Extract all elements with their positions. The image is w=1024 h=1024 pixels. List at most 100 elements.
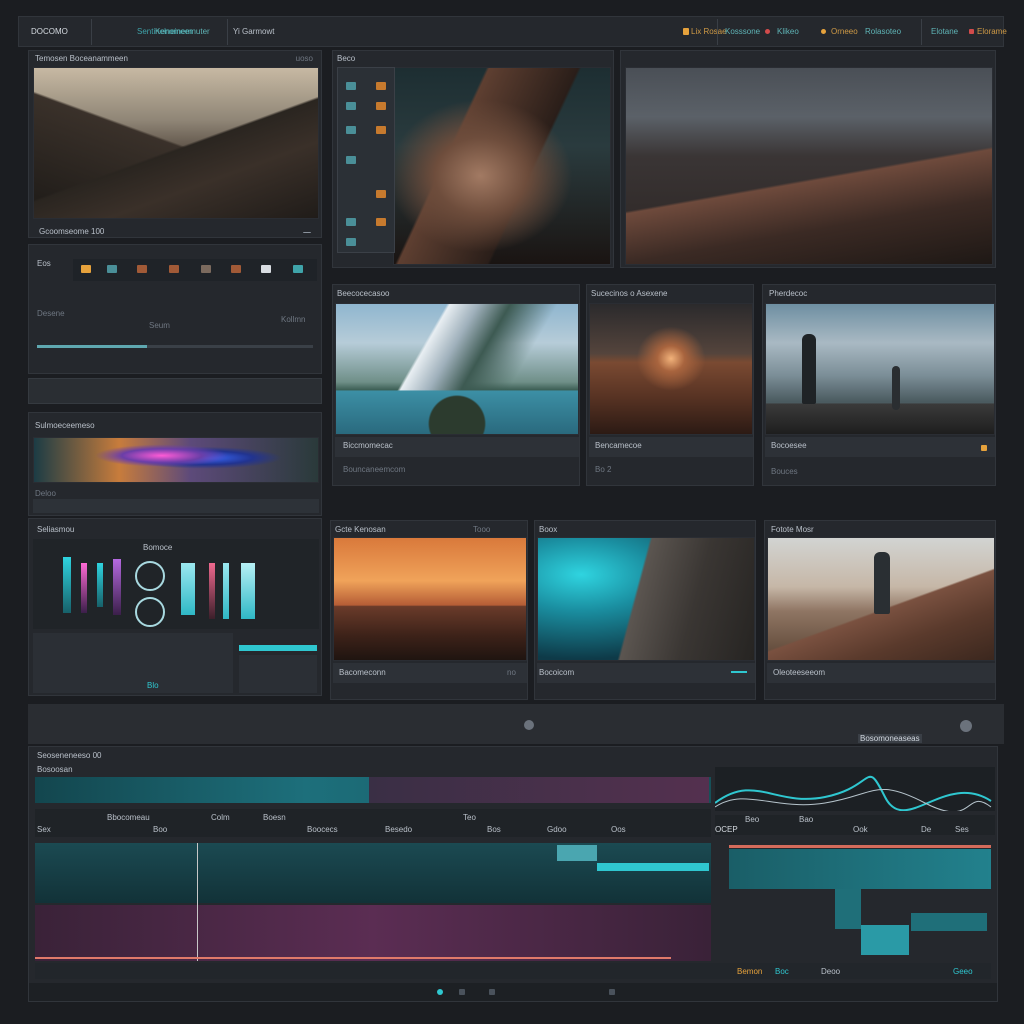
step-icon[interactable] xyxy=(459,989,465,995)
play-icon[interactable] xyxy=(437,989,443,995)
footer-label: Geeo xyxy=(953,967,973,976)
slider-handle[interactable] xyxy=(960,720,972,732)
loop-icon[interactable] xyxy=(609,989,615,995)
viewer-image[interactable] xyxy=(393,67,611,265)
video-track[interactable] xyxy=(35,843,711,903)
tool-icon[interactable] xyxy=(346,102,356,110)
menu-item[interactable]: Lix Rosae xyxy=(691,27,727,36)
right-clip[interactable] xyxy=(835,889,861,929)
card-badge: Tooo xyxy=(473,525,491,534)
menu-item[interactable]: Rolasoteo xyxy=(865,27,901,36)
knob[interactable] xyxy=(135,597,165,627)
thumb-icon[interactable] xyxy=(293,265,303,273)
meter-fader[interactable] xyxy=(63,557,71,613)
thumb-icon[interactable] xyxy=(261,265,271,273)
gallery-card[interactable]: Boox Bocoicom xyxy=(534,520,756,700)
right-clip[interactable] xyxy=(861,925,909,955)
record-icon[interactable] xyxy=(765,29,770,34)
warning-icon[interactable] xyxy=(683,28,689,35)
track-clip[interactable] xyxy=(597,863,709,871)
gallery-card[interactable]: Fotote Mosr Oleoteeseeom xyxy=(764,520,996,700)
ruler-label: De xyxy=(921,825,932,834)
right-clip[interactable] xyxy=(911,913,987,931)
tool-icon[interactable] xyxy=(346,156,356,164)
meter-fader[interactable] xyxy=(81,563,87,613)
clip-purple[interactable] xyxy=(369,777,709,803)
landscape-image[interactable] xyxy=(625,67,993,265)
spectrum-panel: Sulmoeceemeso Deloo xyxy=(28,412,322,516)
card-image[interactable] xyxy=(767,537,995,661)
thumb-icon[interactable] xyxy=(231,265,241,273)
meter-fader[interactable] xyxy=(97,563,103,607)
card-value: no xyxy=(507,668,516,677)
meter-fader[interactable] xyxy=(209,563,215,619)
tool-icon[interactable] xyxy=(346,82,356,90)
star-icon[interactable] xyxy=(981,445,987,451)
thumb-icon[interactable] xyxy=(201,265,211,273)
tool-icon[interactable] xyxy=(376,218,386,226)
thumb-icon[interactable] xyxy=(137,265,147,273)
card-caption: Bencamecoe xyxy=(595,441,642,450)
track-clip[interactable] xyxy=(557,845,597,861)
playhead[interactable] xyxy=(197,843,198,961)
spectrum-image[interactable] xyxy=(33,437,319,483)
card-title: Pherdecoc xyxy=(769,289,808,298)
tool-icon[interactable] xyxy=(376,82,386,90)
meter-fader[interactable] xyxy=(241,563,255,619)
mixer-panel: Seliasmou Bomoce Blo xyxy=(28,518,322,696)
curve-view[interactable] xyxy=(714,767,995,813)
tool-icon[interactable] xyxy=(346,126,356,134)
menu-item[interactable]: Kenomeemuter xyxy=(155,27,210,36)
thumb-icon[interactable] xyxy=(81,265,91,273)
hiker-figure xyxy=(802,334,816,404)
menu-item[interactable]: Elorame xyxy=(977,27,1007,36)
tool-icon[interactable] xyxy=(376,190,386,198)
gallery-card[interactable]: Pherdecoc Bocoesee Bouces xyxy=(762,284,996,486)
ruler-label: Besedo xyxy=(385,825,413,834)
ruler-label: OCEP xyxy=(715,825,738,834)
card-image[interactable] xyxy=(537,537,755,661)
sync-icon[interactable] xyxy=(821,29,826,34)
viewer-panel: Beco xyxy=(332,50,614,268)
landscape-panel xyxy=(620,50,996,268)
timeline-title: Seoseneneeso 00 xyxy=(37,751,102,760)
menu-item[interactable]: Orneeo xyxy=(831,27,858,36)
thumb-icon[interactable] xyxy=(169,265,179,273)
toolbar-divider xyxy=(717,19,718,45)
card-sub: Bouncaneemcom xyxy=(343,465,406,474)
meter-fader[interactable] xyxy=(113,559,121,615)
gallery-card[interactable]: Sucecinos o Asexene Bencamecoe Bo 2 xyxy=(586,284,754,486)
step-icon[interactable] xyxy=(489,989,495,995)
menu-item[interactable]: Elotane xyxy=(931,27,958,36)
knob[interactable] xyxy=(135,561,165,591)
meter-fader[interactable] xyxy=(223,563,229,619)
tool-icon[interactable] xyxy=(346,238,356,246)
card-image[interactable] xyxy=(333,537,527,661)
slider-handle[interactable] xyxy=(524,720,534,730)
meter-fader[interactable] xyxy=(181,563,195,615)
card-image[interactable] xyxy=(589,303,753,435)
expand-icon[interactable] xyxy=(303,227,311,233)
ruler-label: Ses xyxy=(955,825,969,834)
footer-label: Bemon xyxy=(737,967,763,976)
thumb-icon[interactable] xyxy=(107,265,117,273)
right-clip[interactable] xyxy=(729,849,991,889)
card-image[interactable] xyxy=(335,303,579,435)
tool-icon[interactable] xyxy=(376,126,386,134)
card-sub: Bouces xyxy=(771,467,798,476)
menu-item[interactable]: Kosssone xyxy=(725,27,760,36)
app-name[interactable]: DOCOMO xyxy=(31,27,68,36)
gallery-card[interactable]: Gcte Kenosan Tooo Bacomeconn no xyxy=(330,520,528,700)
audio-track[interactable] xyxy=(35,905,711,961)
tool-icon[interactable] xyxy=(346,218,356,226)
preview-image[interactable] xyxy=(33,67,319,219)
menu-item[interactable]: Klikeo xyxy=(777,27,799,36)
mixer-level[interactable] xyxy=(239,645,317,651)
fader-area: Bomoce xyxy=(33,539,319,629)
gallery-card[interactable]: Beecocecasoo Biccmomecac Bouncaneemcom xyxy=(332,284,580,486)
tool-icon[interactable] xyxy=(376,102,386,110)
timeline-panel: Seoseneneeso 00 Bosoosan Sex Bbocomeau B… xyxy=(28,746,998,1002)
menu-item[interactable]: Yi Garmowt xyxy=(233,27,275,36)
card-image[interactable] xyxy=(765,303,995,435)
close-icon[interactable] xyxy=(969,29,974,34)
